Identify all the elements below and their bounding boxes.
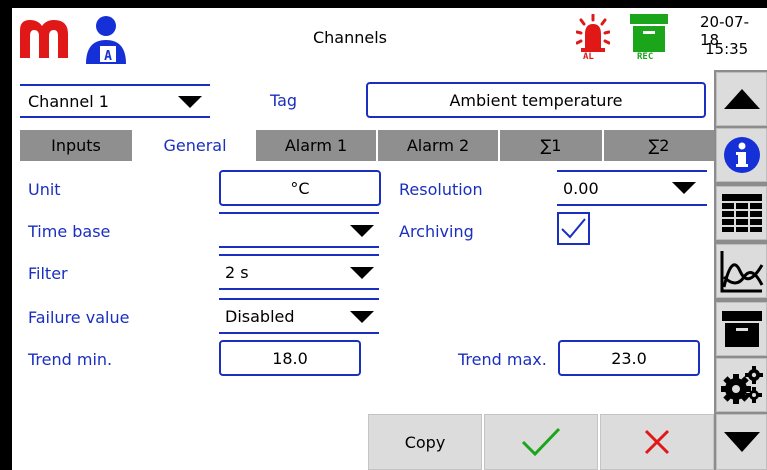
failure-value-value: Disabled: [225, 306, 295, 326]
chevron-down-icon: [350, 225, 374, 237]
filter-label: Filter: [28, 264, 68, 283]
user-badge: A: [104, 49, 112, 64]
copy-button[interactable]: Copy: [368, 414, 482, 470]
tag-label: Tag: [270, 91, 298, 110]
page-title: Channels: [312, 28, 388, 47]
unit-field[interactable]: °C: [219, 170, 381, 206]
chevron-down-icon: [178, 96, 202, 108]
scroll-down-button[interactable]: [716, 414, 767, 470]
confirm-button[interactable]: [484, 414, 598, 470]
alarm-label: AL: [583, 52, 594, 62]
archiving-label: Archiving: [399, 222, 474, 241]
resolution-label: Resolution: [399, 180, 483, 199]
tab-alarm-2[interactable]: Alarm 2: [378, 130, 500, 161]
checkmark-icon: [521, 427, 561, 457]
filter-value: 2 s: [225, 262, 249, 282]
info-button[interactable]: [716, 128, 767, 182]
logo-m-icon: [20, 20, 68, 58]
cancel-button[interactable]: [600, 414, 714, 470]
tab-general[interactable]: General: [134, 130, 256, 161]
unit-label: Unit: [28, 180, 61, 199]
chevron-down-icon: [350, 267, 374, 279]
time-display: 15:35: [705, 40, 749, 58]
chart-view-button[interactable]: [716, 244, 767, 298]
close-icon: [644, 429, 670, 455]
arrow-up-icon: [723, 89, 760, 109]
channel-select-value: Channel 1: [28, 91, 109, 111]
time-base-label: Time base: [28, 222, 111, 241]
settings-gears-icon: [720, 366, 763, 404]
screen: [12, 8, 767, 470]
trend-min-label: Trend min.: [28, 350, 113, 369]
archiving-checkbox[interactable]: [557, 212, 590, 245]
rec-archive-icon[interactable]: [630, 14, 668, 54]
rec-label: REC: [637, 52, 654, 62]
archive-icon: [721, 311, 762, 347]
tab-inputs[interactable]: Inputs: [20, 130, 134, 161]
arrow-down-icon: [723, 432, 760, 452]
scroll-up-button[interactable]: [716, 72, 767, 126]
resolution-value: 0.00: [563, 178, 599, 198]
tab-sum-1[interactable]: ∑1: [500, 130, 604, 161]
info-icon: [723, 137, 760, 173]
failure-value-label: Failure value: [28, 308, 130, 327]
chart-icon: [720, 251, 763, 293]
checkmark-icon: [561, 218, 586, 239]
archive-button[interactable]: [716, 302, 767, 356]
tag-field[interactable]: Ambient temperature: [366, 82, 706, 118]
trend-max-field[interactable]: 23.0: [558, 340, 700, 376]
chevron-down-icon: [672, 182, 696, 194]
user-icon: A: [86, 16, 126, 64]
trend-max-label: Trend max.: [458, 350, 547, 369]
table-icon: [721, 194, 762, 232]
trend-min-field[interactable]: 18.0: [219, 340, 361, 376]
table-view-button[interactable]: [716, 186, 767, 240]
tab-sum-2[interactable]: ∑2: [604, 130, 714, 161]
chevron-down-icon: [350, 311, 374, 323]
tab-alarm-1[interactable]: Alarm 1: [256, 130, 378, 161]
settings-button[interactable]: [716, 358, 767, 412]
